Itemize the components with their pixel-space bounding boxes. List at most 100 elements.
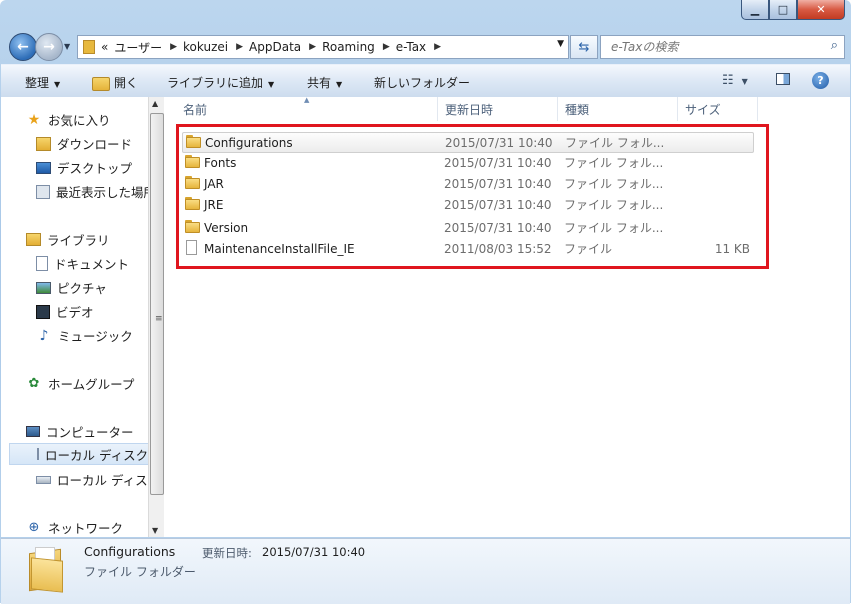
folder-icon xyxy=(185,197,200,210)
file-name: JAR xyxy=(204,176,224,191)
sidebar-item-label: コンピューター xyxy=(46,425,134,440)
sidebar-item-videos[interactable]: ビデオ xyxy=(36,302,94,321)
sidebar-item-favorites[interactable]: ★ お気に入り xyxy=(26,110,111,129)
recent-pages-dropdown-icon[interactable]: ▼ xyxy=(64,42,70,51)
help-button[interactable]: ? xyxy=(812,72,829,89)
file-row-fonts[interactable]: Fonts 2015/07/31 10:40 ファイル フォル... xyxy=(182,153,752,172)
sidebar-item-label: ネットワーク xyxy=(48,521,124,536)
sidebar-item-computer[interactable]: コンピューター xyxy=(26,422,134,441)
file-row-jre[interactable]: JRE 2015/07/31 10:40 ファイル フォル... xyxy=(182,195,752,214)
address-dropdown-icon[interactable]: ▼ xyxy=(557,39,564,49)
folder-icon xyxy=(185,220,200,233)
file-type: ファイル フォル... xyxy=(564,177,664,191)
column-header-label: サイズ xyxy=(685,102,721,117)
breadcrumb-chevron-icon[interactable]: ▶ xyxy=(309,42,316,52)
new-folder-button[interactable]: 新しいフォルダー xyxy=(374,74,470,91)
forward-button[interactable]: → xyxy=(35,33,63,61)
column-header-date[interactable]: 更新日時 xyxy=(438,97,558,121)
sidebar-item-network[interactable]: ⊕ ネットワーク xyxy=(26,518,123,537)
file-row-configurations[interactable]: Configurations 2015/07/31 10:40 ファイル フォル… xyxy=(182,132,754,153)
scroll-up-arrow-icon[interactable]: ▲ xyxy=(152,99,158,108)
details-type: ファイル フォルダー xyxy=(84,565,196,579)
include-in-library-button[interactable]: ライブラリに追加 ▼ xyxy=(167,74,274,91)
column-header-label: 更新日時 xyxy=(445,102,494,117)
help-icon: ? xyxy=(817,74,824,87)
breadcrumb-chevron-icon[interactable]: ▶ xyxy=(434,42,441,52)
sort-ascending-icon: ▲ xyxy=(304,96,310,104)
column-header-size[interactable]: サイズ xyxy=(678,97,758,121)
address-bar[interactable]: « ユーザー ▶ kokuzei ▶ AppData ▶ Roaming ▶ e… xyxy=(77,35,569,59)
homegroup-icon: ✿ xyxy=(28,376,40,391)
grip-icon: ≡ xyxy=(155,314,163,324)
chevron-down-icon: ▼ xyxy=(741,77,748,86)
column-header-name[interactable]: 名前 ▲ xyxy=(164,96,438,121)
breadcrumb-kokuzei[interactable]: kokuzei xyxy=(183,40,228,54)
sidebar-item-label: お気に入り xyxy=(48,113,111,128)
file-list-pane: 名前 ▲ 更新日時 種類 サイズ Configurations 2015/07/3… xyxy=(164,96,850,537)
folder-icon xyxy=(185,176,200,189)
breadcrumb-overflow[interactable]: « xyxy=(101,40,108,54)
search-icon[interactable]: ⌕ xyxy=(831,38,838,53)
file-name: Version xyxy=(204,220,249,235)
sidebar-item-homegroup[interactable]: ✿ ホームグループ xyxy=(26,374,135,393)
details-date-label: 更新日時: xyxy=(202,546,252,560)
breadcrumb-etax[interactable]: e-Tax xyxy=(396,40,426,54)
file-date: 2015/07/31 10:40 xyxy=(444,155,552,170)
sidebar-item-pictures[interactable]: ピクチャ xyxy=(36,278,107,297)
folder-icon xyxy=(83,40,95,54)
close-button[interactable]: ✕ xyxy=(797,0,845,20)
maximize-button[interactable]: □ xyxy=(769,0,797,20)
scrollbar-thumb[interactable]: ≡ xyxy=(150,113,164,495)
breadcrumb-users[interactable]: ユーザー xyxy=(114,39,162,56)
breadcrumb-chevron-icon[interactable]: ▶ xyxy=(383,42,390,52)
preview-pane-button[interactable] xyxy=(776,73,790,89)
sidebar-item-label: ドキュメント xyxy=(54,257,130,272)
column-header-label: 種類 xyxy=(565,102,590,117)
desktop-icon xyxy=(36,161,51,174)
file-row-jar[interactable]: JAR 2015/07/31 10:40 ファイル フォル... xyxy=(182,174,752,193)
network-icon: ⊕ xyxy=(28,520,40,535)
breadcrumb-chevron-icon[interactable]: ▶ xyxy=(236,42,243,52)
open-folder-icon xyxy=(92,76,110,91)
details-date: 2015/07/31 10:40 xyxy=(262,545,366,559)
file-type: ファイル フォル... xyxy=(564,156,664,170)
document-icon xyxy=(36,256,48,271)
back-button[interactable]: ← xyxy=(9,33,37,61)
sidebar-item-local-disk-c[interactable]: ローカル ディスク xyxy=(9,443,148,465)
sidebar-item-label: ピクチャ xyxy=(57,281,107,296)
share-button[interactable]: 共有 ▼ xyxy=(307,74,342,91)
sidebar-item-downloads[interactable]: ダウンロード xyxy=(36,134,132,153)
details-pane: Configurations 更新日時: 2015/07/31 10:40 ファ… xyxy=(1,538,850,604)
search-box[interactable]: ⌕ xyxy=(600,35,845,59)
sidebar-item-local-disk-d[interactable]: ローカル ディスク xyxy=(36,470,148,489)
sidebar-item-label: デスクトップ xyxy=(57,161,133,176)
search-input[interactable] xyxy=(609,39,823,55)
refresh-icon: ⇆ xyxy=(578,39,590,55)
sidebar-item-desktop[interactable]: デスクトップ xyxy=(36,158,132,177)
folder-icon xyxy=(27,545,63,593)
sidebar-item-recent[interactable]: 最近表示した場所 xyxy=(36,182,148,201)
sidebar-item-label: 最近表示した場所 xyxy=(56,185,148,200)
sidebar-item-libraries[interactable]: ライブラリ xyxy=(26,230,110,249)
refresh-button[interactable]: ⇆ xyxy=(570,35,598,59)
scroll-down-arrow-icon[interactable]: ▼ xyxy=(152,526,158,535)
navigation-bar: ← → ▼ « ユーザー ▶ kokuzei ▶ AppData ▶ Roami… xyxy=(0,30,851,62)
minimize-button[interactable]: ▁ xyxy=(741,0,769,20)
sidebar-item-music[interactable]: ♪ ミュージック xyxy=(36,326,133,345)
sidebar-item-documents[interactable]: ドキュメント xyxy=(36,254,129,273)
breadcrumb-appdata[interactable]: AppData xyxy=(249,40,301,54)
file-date: 2011/08/03 15:52 xyxy=(444,241,552,256)
organize-button[interactable]: 整理 ▼ xyxy=(25,74,60,91)
file-row-maintenance-install-file[interactable]: MaintenanceInstallFile_IE 2011/08/03 15:… xyxy=(182,239,752,258)
music-note-icon: ♪ xyxy=(39,327,49,344)
view-options-button[interactable]: ☷ ▼ xyxy=(722,73,748,88)
file-row-version[interactable]: Version 2015/07/31 10:40 ファイル フォル... xyxy=(182,218,752,237)
navigation-scrollbar[interactable]: ▲ ≡ ▼ xyxy=(148,97,164,537)
open-button[interactable]: 開く xyxy=(92,74,138,91)
file-type: ファイル xyxy=(564,242,613,256)
breadcrumb-roaming[interactable]: Roaming xyxy=(322,40,375,54)
column-header-type[interactable]: 種類 xyxy=(558,97,678,121)
recent-places-icon xyxy=(36,184,50,199)
explorer-window: ▁ □ ✕ ← → ▼ « ユーザー ▶ kokuzei ▶ AppData ▶… xyxy=(0,0,851,604)
breadcrumb-chevron-icon[interactable]: ▶ xyxy=(170,42,177,52)
